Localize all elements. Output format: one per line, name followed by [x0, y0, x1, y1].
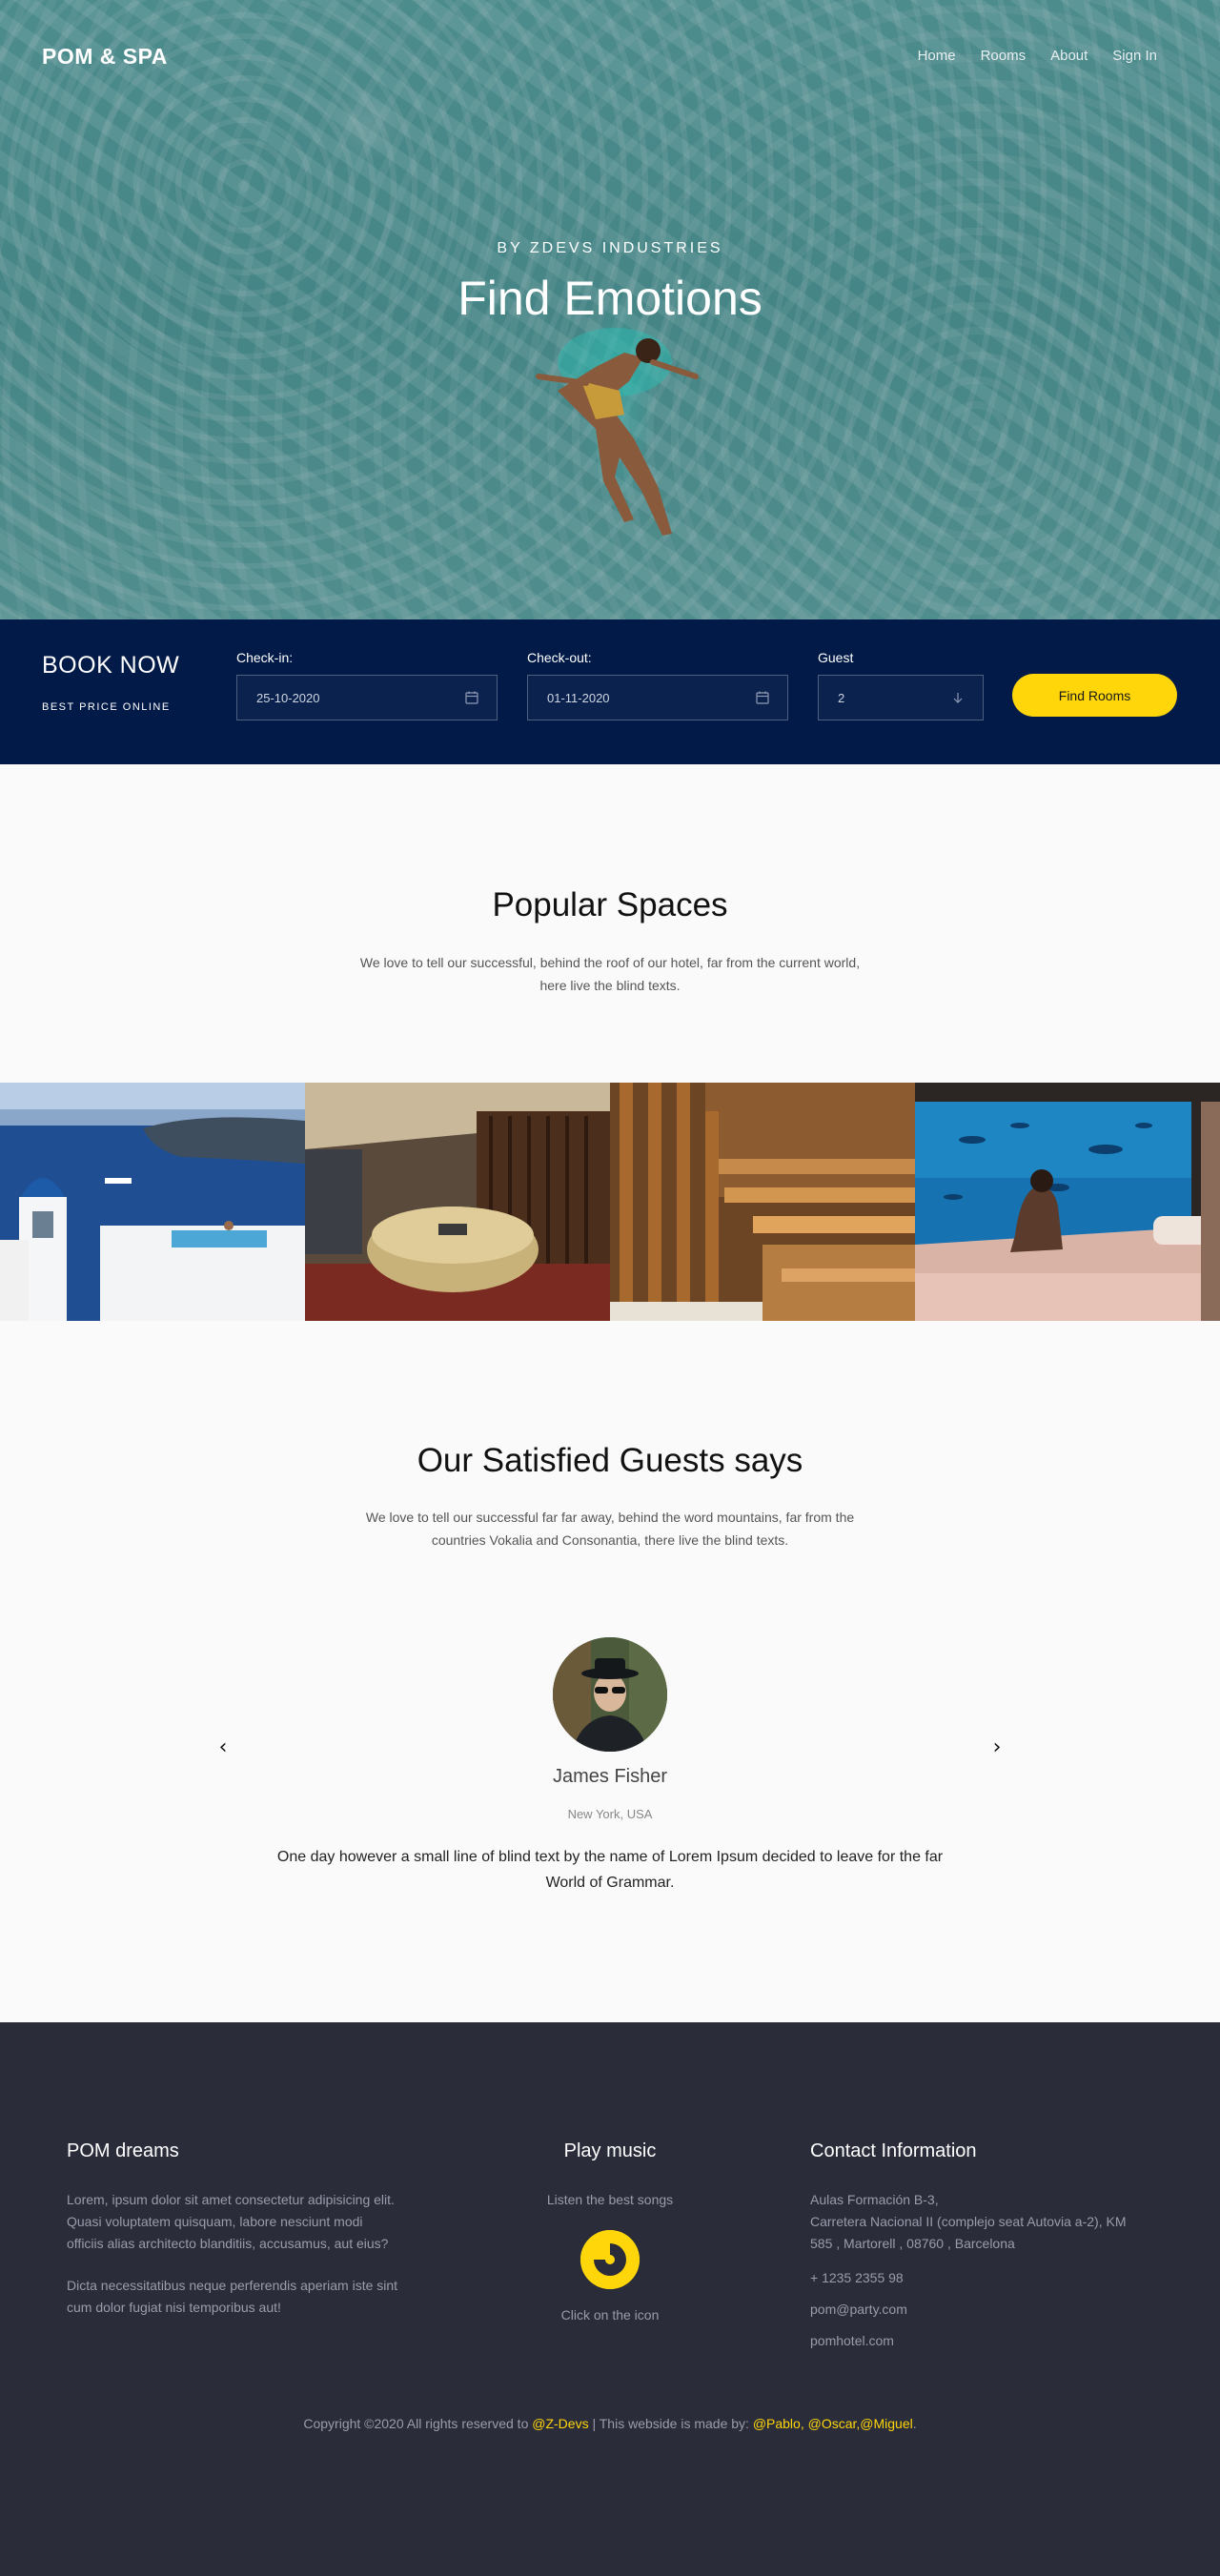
nav-sign-in[interactable]: Sign In [1112, 48, 1157, 64]
footer-about-text-1: Lorem, ipsum dolor sit amet consectetur … [67, 2192, 395, 2251]
footer-phone[interactable]: + 1235 2355 98 [810, 2267, 904, 2289]
checkin-value: 25-10-2020 [256, 691, 320, 705]
hero-title: Find Emotions [458, 272, 762, 325]
nav-rooms[interactable]: Rooms [981, 48, 1027, 64]
next-testimonial-button[interactable]: › [986, 1736, 1008, 1759]
booking-title: BOOK NOW [42, 652, 180, 679]
popular-spaces-description: We love to tell our successful, behind t… [359, 955, 861, 993]
popular-spaces-title: Popular Spaces [492, 886, 728, 923]
hero-subtitle: BY ZDEVS INDUSTRIES [497, 240, 723, 256]
booking-subtitle: BEST PRICE ONLINE [42, 701, 171, 713]
main-nav: Home Rooms About Sign In [918, 48, 1157, 64]
music-disc-icon [580, 2230, 640, 2289]
nav-about[interactable]: About [1050, 48, 1088, 64]
checkin-label: Check-in: [236, 650, 294, 665]
guest-name: James Fisher [552, 1766, 668, 1787]
footer-contact-title: Contact Information [810, 2140, 977, 2161]
checkout-value: 01-11-2020 [547, 691, 610, 705]
booking-bar: BOOK NOW BEST PRICE ONLINE Check-in: 25-… [0, 619, 1220, 764]
arrow-down-icon [953, 693, 963, 703]
site-footer: POM dreams Lorem, ipsum dolor sit amet c… [0, 2022, 1220, 2576]
guest-avatar [553, 1637, 667, 1752]
footer-about-text-2: Dicta necessitatibus neque perferendis a… [67, 2278, 398, 2315]
checkin-field[interactable]: 25-10-2020 [236, 675, 498, 720]
footer-email[interactable]: pom@party.com [810, 2299, 907, 2321]
calendar-icon [465, 691, 478, 704]
footer-address: Aulas Formación B-3, Carretera Nacional … [810, 2192, 1127, 2251]
footer-music-hint: Click on the icon [560, 2307, 660, 2322]
sauna-image [610, 1083, 915, 1321]
calendar-icon [756, 691, 769, 704]
testimonials-description: We love to tell our successful far far a… [365, 1510, 855, 1548]
popular-spaces-gallery [0, 1083, 1220, 1321]
copyright-brand-link[interactable]: @Z-Devs [532, 2416, 588, 2431]
footer-music-subtitle: Listen the best songs [546, 2192, 674, 2207]
footer-music-title: Play music [563, 2140, 657, 2161]
brand-logo[interactable]: POM & SPA [42, 44, 168, 70]
copyright-authors-link[interactable]: @Pablo, @Oscar,@Miguel [753, 2416, 913, 2431]
santorini-image [0, 1083, 305, 1321]
guest-location: New York, USA [567, 1807, 653, 1821]
gallery-tile-santorini[interactable] [0, 1083, 305, 1321]
checkout-label: Check-out: [527, 650, 592, 665]
hero-section: POM & SPA Home Rooms About Sign In BY ZD… [0, 0, 1220, 619]
aquarium-image [915, 1083, 1220, 1321]
nav-home[interactable]: Home [918, 48, 956, 64]
guest-value: 2 [838, 691, 845, 705]
gallery-tile-aquarium[interactable] [915, 1083, 1220, 1321]
gallery-tile-sauna[interactable] [610, 1083, 915, 1321]
copyright-line: Copyright ©2020 All rights reserved to @… [303, 2416, 917, 2431]
footer-about-title: POM dreams [67, 2140, 179, 2161]
testimonials-title: Our Satisfied Guests says [417, 1442, 803, 1479]
find-rooms-button[interactable]: Find Rooms [1012, 674, 1177, 717]
guest-quote: One day however a small line of blind te… [276, 1849, 944, 1891]
hero-swimmer-image [536, 328, 699, 536]
round-bed-image [305, 1083, 610, 1321]
play-music-button[interactable] [580, 2230, 640, 2289]
gallery-tile-round-bed[interactable] [305, 1083, 610, 1321]
footer-website[interactable]: pomhotel.com [810, 2330, 894, 2352]
checkout-field[interactable]: 01-11-2020 [527, 675, 788, 720]
guest-label: Guest [818, 650, 854, 665]
prev-testimonial-button[interactable]: ‹ [212, 1736, 234, 1759]
guest-select[interactable]: 2 [818, 675, 984, 720]
